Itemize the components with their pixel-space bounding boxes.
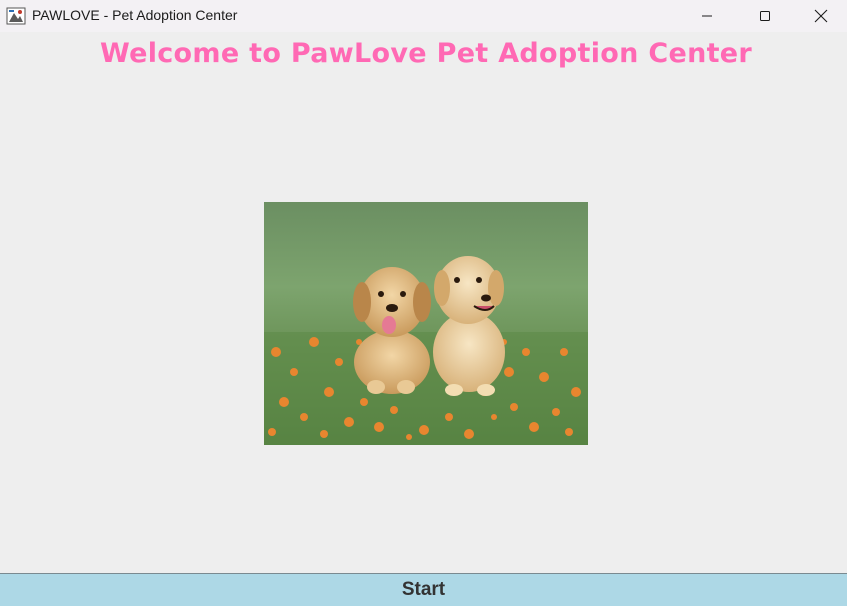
puppies-image (264, 202, 588, 445)
maximize-icon (760, 11, 770, 21)
window-title: PAWLOVE - Pet Adoption Center (32, 7, 238, 23)
title-bar[interactable]: PAWLOVE - Pet Adoption Center (0, 0, 847, 32)
app-icon (6, 6, 26, 26)
close-button[interactable] (795, 0, 847, 32)
minimize-icon (702, 15, 712, 17)
welcome-heading: Welcome to PawLove Pet Adoption Center (99, 38, 753, 69)
maximize-button[interactable] (736, 0, 794, 32)
close-icon (814, 9, 828, 23)
start-button[interactable]: Start (0, 573, 847, 606)
minimize-button[interactable] (678, 0, 736, 32)
main-panel: Welcome to PawLove Pet Adoption Center (0, 32, 847, 573)
app-window: PAWLOVE - Pet Adoption Center Welcome to… (0, 0, 847, 606)
